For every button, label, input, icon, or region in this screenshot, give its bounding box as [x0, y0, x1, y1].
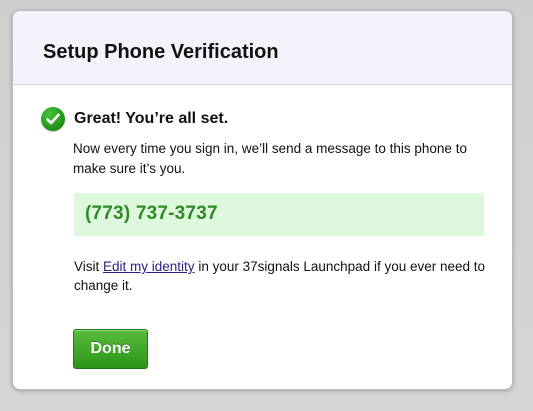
phone-number: (773) 737-3737: [85, 203, 218, 224]
done-button[interactable]: Done: [73, 329, 148, 369]
dialog-body: Great! You’re all set. Now every time yo…: [13, 85, 512, 369]
edit-identity-link[interactable]: Edit my identity: [103, 259, 195, 274]
screen-background: Setup Phone Verification Great! You’re a…: [0, 0, 533, 411]
check-circle-icon: [41, 107, 65, 131]
phone-verification-dialog: Setup Phone Verification Great! You’re a…: [12, 10, 513, 390]
phone-number-box: (773) 737-3737: [74, 193, 484, 236]
success-heading: Great! You’re all set.: [74, 110, 229, 127]
success-row: Great! You’re all set.: [41, 107, 482, 131]
edit-identity-text: Visit Edit my identity in your 37signals…: [74, 257, 494, 295]
dialog-title: Setup Phone Verification: [43, 41, 279, 63]
visit-text-before: Visit: [74, 259, 104, 274]
confirmation-message: Now every time you sign in, we’ll send a…: [73, 141, 467, 176]
dialog-header: Setup Phone Verification: [13, 11, 512, 85]
